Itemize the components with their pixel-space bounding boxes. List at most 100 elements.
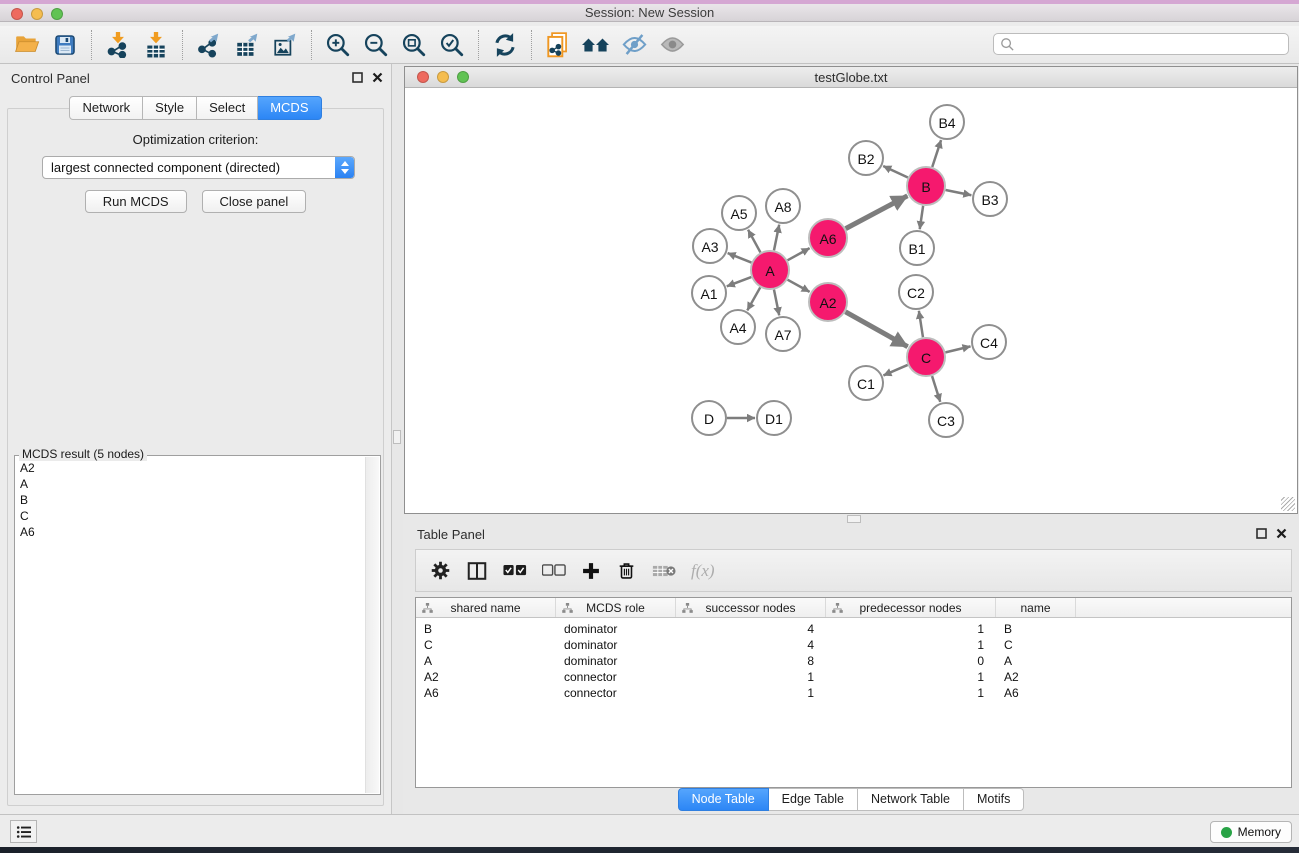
open-session-button[interactable] bbox=[8, 28, 46, 62]
task-history-button[interactable] bbox=[10, 820, 37, 843]
graph-node-B3[interactable]: B3 bbox=[973, 182, 1007, 216]
apply-layout-button[interactable] bbox=[486, 28, 524, 62]
result-item[interactable]: B bbox=[20, 492, 363, 508]
graph-edge-A-A2[interactable] bbox=[788, 280, 810, 292]
search-input[interactable] bbox=[1015, 35, 1288, 53]
column-header-mcds-role[interactable]: MCDS role bbox=[556, 598, 676, 617]
mcds-result-list[interactable]: A2ABCA6 bbox=[17, 460, 363, 792]
resize-grip-icon[interactable] bbox=[1281, 497, 1295, 511]
column-header-successor-nodes[interactable]: successor nodes bbox=[676, 598, 826, 617]
save-session-button[interactable] bbox=[46, 28, 84, 62]
graph-edge-C-C4[interactable] bbox=[945, 346, 970, 352]
cell[interactable]: A2 bbox=[416, 669, 556, 685]
graph-edge-A-A4[interactable] bbox=[747, 287, 760, 310]
function-builder-button[interactable]: f(x) bbox=[691, 561, 715, 581]
column-layout-button[interactable] bbox=[466, 560, 488, 582]
graph-edge-B-B2[interactable] bbox=[883, 166, 908, 178]
table-row[interactable]: A2connector11A2 bbox=[416, 669, 1291, 685]
network-canvas[interactable]: AA1A2A3A4A5A6A7A8BB1B2B3B4CC1C2C3C4DD1 bbox=[405, 88, 1296, 512]
hide-selected-button[interactable] bbox=[615, 28, 653, 62]
graph-node-A8[interactable]: A8 bbox=[766, 189, 800, 223]
zoom-fit-button[interactable] bbox=[395, 28, 433, 62]
cell[interactable]: connector bbox=[556, 669, 676, 685]
graph-node-B2[interactable]: B2 bbox=[849, 141, 883, 175]
close-panel-button[interactable]: Close panel bbox=[202, 190, 307, 213]
tab-style[interactable]: Style bbox=[143, 96, 197, 120]
float-panel-icon[interactable] bbox=[352, 72, 363, 83]
vertical-split-divider[interactable] bbox=[391, 64, 403, 814]
cell[interactable]: connector bbox=[556, 685, 676, 701]
cell[interactable]: 8 bbox=[676, 653, 826, 669]
control-panel-header[interactable]: Control Panel bbox=[0, 64, 391, 92]
column-header-shared-name[interactable]: shared name bbox=[416, 598, 556, 617]
cell[interactable]: 1 bbox=[826, 621, 996, 637]
cell[interactable]: A6 bbox=[416, 685, 556, 701]
cell[interactable]: 4 bbox=[676, 637, 826, 653]
graph-edge-A2-C[interactable] bbox=[845, 312, 907, 347]
cell[interactable]: B bbox=[416, 621, 556, 637]
cell[interactable]: 1 bbox=[676, 685, 826, 701]
result-item[interactable]: A6 bbox=[20, 524, 363, 540]
delete-table-button[interactable] bbox=[652, 563, 676, 579]
graph-node-C1[interactable]: C1 bbox=[849, 366, 883, 400]
graph-edge-C-C1[interactable] bbox=[883, 365, 907, 375]
graph-node-C3[interactable]: C3 bbox=[929, 403, 963, 437]
tab-node-table[interactable]: Node Table bbox=[678, 788, 769, 811]
graph-node-C2[interactable]: C2 bbox=[899, 275, 933, 309]
cell[interactable]: 1 bbox=[826, 637, 996, 653]
cell[interactable]: 4 bbox=[676, 621, 826, 637]
graph-edge-A-A3[interactable] bbox=[728, 253, 752, 263]
table-row[interactable]: A6connector11A6 bbox=[416, 685, 1291, 701]
tab-network-table[interactable]: Network Table bbox=[858, 788, 964, 811]
graph-node-D1[interactable]: D1 bbox=[757, 401, 791, 435]
graph-node-A[interactable]: A bbox=[751, 251, 789, 289]
cell[interactable]: 1 bbox=[826, 685, 996, 701]
float-panel-icon[interactable] bbox=[1256, 528, 1267, 539]
graph-node-D[interactable]: D bbox=[692, 401, 726, 435]
cell[interactable]: C bbox=[416, 637, 556, 653]
tab-select[interactable]: Select bbox=[197, 96, 258, 120]
graph-edge-C-C2[interactable] bbox=[919, 311, 923, 337]
import-table-button[interactable] bbox=[137, 28, 175, 62]
cell[interactable]: B bbox=[996, 621, 1076, 637]
cell[interactable]: A2 bbox=[996, 669, 1076, 685]
cell[interactable]: 0 bbox=[826, 653, 996, 669]
graph-edge-A-A1[interactable] bbox=[727, 277, 752, 286]
graph-node-A1[interactable]: A1 bbox=[692, 276, 726, 310]
graph-edge-A-A5[interactable] bbox=[748, 230, 760, 253]
result-scrollbar[interactable] bbox=[365, 457, 379, 793]
graph-edge-A6-B[interactable] bbox=[846, 196, 908, 229]
table-row[interactable]: Bdominator41B bbox=[416, 621, 1291, 637]
graph-edge-B-B4[interactable] bbox=[932, 140, 941, 167]
select-all-button[interactable] bbox=[503, 564, 527, 577]
memory-button[interactable]: Memory bbox=[1210, 821, 1292, 843]
graph-edge-A-A6[interactable] bbox=[788, 248, 810, 260]
zoom-in-button[interactable] bbox=[319, 28, 357, 62]
zoom-selected-button[interactable] bbox=[433, 28, 471, 62]
window-titlebar[interactable]: Session: New Session bbox=[0, 0, 1299, 22]
divider-handle[interactable] bbox=[393, 430, 401, 444]
graph-node-C4[interactable]: C4 bbox=[972, 325, 1006, 359]
graph-edge-A-A8[interactable] bbox=[774, 225, 779, 251]
network-graph[interactable]: AA1A2A3A4A5A6A7A8BB1B2B3B4CC1C2C3C4DD1 bbox=[405, 88, 1296, 512]
tab-mcds[interactable]: MCDS bbox=[258, 96, 321, 120]
graph-node-B4[interactable]: B4 bbox=[930, 105, 964, 139]
close-panel-icon[interactable] bbox=[1276, 528, 1287, 539]
graph-node-A7[interactable]: A7 bbox=[766, 317, 800, 351]
column-header-predecessor-nodes[interactable]: predecessor nodes bbox=[826, 598, 996, 617]
result-item[interactable]: A2 bbox=[20, 460, 363, 476]
first-neighbors-button[interactable] bbox=[577, 28, 615, 62]
select-stepper[interactable] bbox=[335, 157, 354, 178]
cell[interactable]: 1 bbox=[676, 669, 826, 685]
graph-edge-A-A7[interactable] bbox=[774, 290, 779, 316]
unselect-all-button[interactable] bbox=[542, 564, 566, 577]
cell[interactable]: dominator bbox=[556, 637, 676, 653]
graph-edge-C-C3[interactable] bbox=[932, 376, 940, 402]
tab-motifs[interactable]: Motifs bbox=[964, 788, 1024, 811]
table-row[interactable]: Cdominator41C bbox=[416, 637, 1291, 653]
network-window-titlebar[interactable]: testGlobe.txt bbox=[405, 67, 1297, 88]
table-settings-button[interactable] bbox=[430, 560, 451, 581]
show-all-button[interactable] bbox=[653, 28, 691, 62]
tab-edge-table[interactable]: Edge Table bbox=[769, 788, 858, 811]
export-table-button[interactable] bbox=[228, 28, 266, 62]
